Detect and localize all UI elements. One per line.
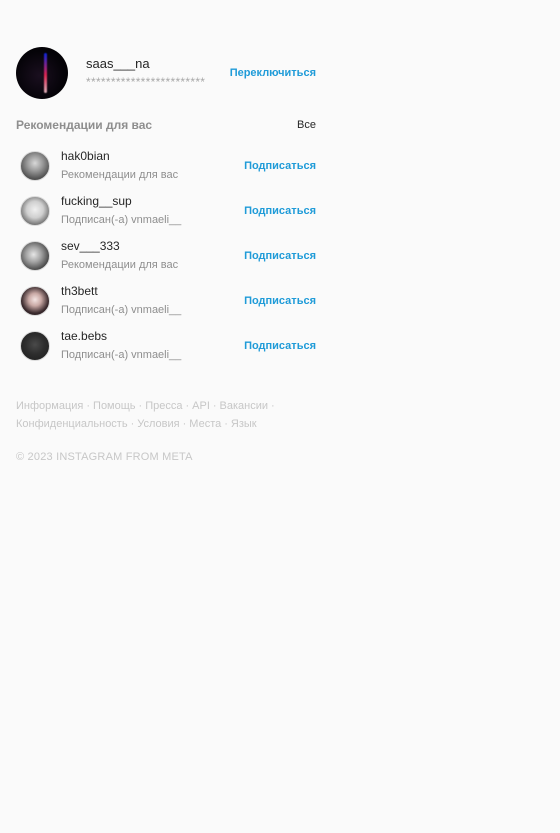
follow-button[interactable]: Подписаться: [244, 250, 316, 262]
footer-separator: ·: [130, 418, 135, 430]
avatar[interactable]: [20, 285, 50, 316]
suggestion-info: fucking__sup Подписан(-а) vnmaeli__: [61, 194, 244, 227]
suggestion-item: th3bett Подписан(-а) vnmaeli__ Подписать…: [16, 278, 316, 323]
footer-link-api[interactable]: API: [192, 400, 210, 412]
suggestion-item: tae.bebs Подписан(-а) vnmaeli__ Подписат…: [16, 323, 316, 368]
switch-account-link[interactable]: Переключиться: [230, 67, 316, 79]
footer-links: Информация · Помощь · Пресса · API · Вакансии · Ко…: [16, 397, 296, 433]
current-user-row: saas___na ************************ Перек…: [16, 47, 316, 99]
footer-link-press[interactable]: Пресса: [145, 400, 182, 412]
current-user-info: saas___na ************************: [86, 56, 222, 90]
footer-link-language[interactable]: Язык: [231, 418, 257, 430]
suggestion-subtitle: Подписан(-а) vnmaeli__: [61, 214, 182, 226]
avatar[interactable]: [20, 195, 50, 226]
suggestion-username[interactable]: th3bett: [61, 284, 244, 299]
follow-button[interactable]: Подписаться: [244, 295, 316, 307]
footer-separator: ·: [224, 418, 228, 430]
suggestion-username[interactable]: tae.bebs: [61, 329, 244, 344]
recommendations-title: Рекомендации для вас: [16, 118, 153, 132]
copyright-text: © 2023 INSTAGRAM FROM META: [16, 451, 193, 463]
suggestion-info: sev___333 Рекомендации для вас: [61, 239, 244, 272]
current-user-username[interactable]: saas___na: [86, 56, 222, 72]
suggestion-username[interactable]: hak0bian: [61, 149, 244, 164]
footer-link-locations[interactable]: Места: [189, 418, 221, 430]
footer-separator: ·: [182, 418, 187, 430]
footer-separator: ·: [185, 400, 190, 412]
suggestion-item: fucking__sup Подписан(-а) vnmaeli__ Подп…: [16, 188, 316, 233]
footer-link-privacy[interactable]: Конфиденциальность: [16, 418, 128, 430]
avatar-image-detail: [44, 53, 47, 93]
footer-separator: ·: [86, 400, 91, 412]
suggestions-list: hak0bian Рекомендации для вас Подписатьс…: [16, 143, 316, 368]
suggestion-username[interactable]: fucking__sup: [61, 194, 244, 209]
suggestion-subtitle: Подписан(-а) vnmaeli__: [61, 349, 182, 361]
suggestion-subtitle: Рекомендации для вас: [61, 169, 179, 181]
footer-link-jobs[interactable]: Вакансии: [220, 400, 269, 412]
suggestion-info: th3bett Подписан(-а) vnmaeli__: [61, 284, 244, 317]
suggestion-info: hak0bian Рекомендации для вас: [61, 149, 244, 182]
suggestion-username[interactable]: sev___333: [61, 239, 244, 254]
footer-separator: ·: [271, 400, 275, 412]
current-user-avatar[interactable]: [16, 47, 68, 99]
sidebar-panel: saas___na ************************ Перек…: [16, 47, 316, 463]
suggestion-info: tae.bebs Подписан(-а) vnmaeli__: [61, 329, 244, 362]
footer-separator: ·: [138, 400, 143, 412]
avatar[interactable]: [20, 330, 50, 361]
footer-link-about[interactable]: Информация: [16, 400, 83, 412]
follow-button[interactable]: Подписаться: [244, 160, 316, 172]
footer-link-terms[interactable]: Условия: [137, 418, 179, 430]
suggestion-item: sev___333 Рекомендации для вас Подписать…: [16, 233, 316, 278]
see-all-link[interactable]: Все: [297, 119, 316, 131]
suggestion-subtitle: Рекомендации для вас: [61, 259, 179, 271]
current-user-fullname: ************************: [86, 75, 206, 89]
footer-link-help[interactable]: Помощь: [93, 400, 136, 412]
avatar[interactable]: [20, 240, 50, 271]
avatar[interactable]: [20, 150, 50, 181]
suggestion-subtitle: Подписан(-а) vnmaeli__: [61, 304, 182, 316]
footer-separator: ·: [212, 400, 217, 412]
follow-button[interactable]: Подписаться: [244, 205, 316, 217]
recommendations-header: Рекомендации для вас Все: [16, 116, 316, 134]
suggestion-item: hak0bian Рекомендации для вас Подписатьс…: [16, 143, 316, 188]
follow-button[interactable]: Подписаться: [244, 340, 316, 352]
